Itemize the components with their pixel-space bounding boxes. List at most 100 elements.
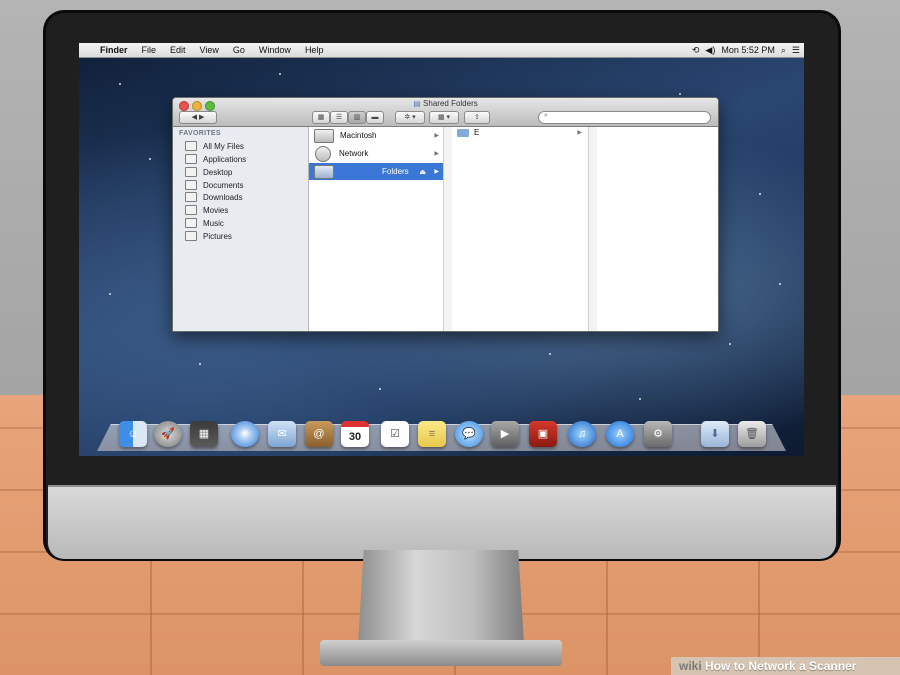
caption-title: How to Network a Scanner: [705, 659, 857, 673]
calendar-day: 30: [348, 431, 362, 443]
column-item-label: E: [474, 128, 480, 137]
safari-icon[interactable]: ✳: [231, 421, 259, 447]
column-item-shared-folders[interactable]: Folders ⏏ ▶: [309, 163, 443, 180]
star: [759, 193, 761, 195]
sidebar-item-pictures[interactable]: Pictures: [185, 230, 232, 242]
column-view-button[interactable]: ▥: [348, 111, 366, 124]
menu-view[interactable]: View: [193, 43, 226, 57]
star: [279, 73, 281, 75]
star: [639, 398, 641, 400]
disclosure-arrow-icon: ▶: [577, 130, 582, 136]
contacts-icon[interactable]: @: [305, 421, 333, 447]
window-title-label: Shared Folders: [423, 99, 478, 108]
messages-icon[interactable]: 💬: [455, 421, 483, 447]
finder-sidebar: FAVORITES All My Files Applications Desk…: [173, 127, 309, 331]
mission-control-icon[interactable]: ▦: [190, 421, 218, 447]
star: [199, 363, 201, 365]
sidebar-item-applications[interactable]: Applications: [185, 153, 246, 165]
search-field[interactable]: ⌕: [538, 111, 711, 124]
launchpad-icon[interactable]: 🚀: [154, 421, 182, 447]
arrange-button[interactable]: ▦ ▾: [429, 111, 459, 124]
eject-icon[interactable]: ⏏: [419, 168, 426, 176]
desktop-screen: Finder File Edit View Go Window Help ⟲ ◀…: [79, 43, 804, 456]
menu-window[interactable]: Window: [252, 43, 298, 57]
action-gear-button[interactable]: ✲ ▾: [395, 111, 425, 124]
menu-bar: Finder File Edit View Go Window Help ⟲ ◀…: [79, 43, 804, 58]
share-button[interactable]: ⇪: [464, 111, 490, 124]
star: [549, 353, 551, 355]
sidebar-item-documents[interactable]: Documents: [185, 179, 243, 191]
pictures-icon: [185, 231, 197, 241]
menu-edit[interactable]: Edit: [163, 43, 193, 57]
star: [679, 93, 681, 95]
facetime-icon[interactable]: ▶: [491, 421, 519, 447]
finder-icon[interactable]: ☺: [119, 421, 147, 447]
network-globe-icon: [315, 145, 331, 162]
column-item-label: Folders: [382, 167, 409, 176]
browser-column-1: Macintosh ▶ Network ▶ Folders ⏏ ▶: [309, 127, 443, 331]
downloads-stack-icon[interactable]: ⬇: [701, 421, 729, 447]
movies-icon: [185, 205, 197, 215]
trash-icon[interactable]: 🗑: [738, 421, 766, 447]
menu-finder[interactable]: Finder: [93, 43, 135, 57]
itunes-icon[interactable]: ♫: [568, 421, 596, 447]
sidebar-item-desktop[interactable]: Desktop: [185, 166, 232, 178]
caption-prefix: wiki: [679, 659, 702, 673]
list-view-button[interactable]: ☰: [330, 111, 348, 124]
sidebar-item-downloads[interactable]: Downloads: [185, 191, 243, 203]
volume-icon[interactable]: ◀): [705, 45, 715, 56]
browser-column-3: [597, 127, 718, 331]
desktop-icon: [185, 167, 197, 177]
menu-extras: ⟲ ◀) Mon 5:52 PM ⌕ ☰: [692, 43, 800, 57]
app-store-icon[interactable]: A: [606, 421, 634, 447]
sidebar-item-movies[interactable]: Movies: [185, 204, 228, 216]
downloads-icon: [185, 192, 197, 202]
sidebar-item-label: Music: [203, 218, 224, 228]
favorites-heading: FAVORITES: [179, 130, 221, 137]
menu-help[interactable]: Help: [298, 43, 331, 57]
search-icon: ⌕: [544, 112, 548, 119]
menu-clock[interactable]: Mon 5:52 PM: [721, 45, 775, 55]
star: [149, 158, 151, 160]
sidebar-item-label: Pictures: [203, 231, 232, 241]
sidebar-item-music[interactable]: Music: [185, 217, 224, 229]
sidebar-item-label: Downloads: [203, 192, 243, 202]
menu-file[interactable]: File: [135, 43, 164, 57]
disclosure-arrow-icon: ▶: [434, 133, 439, 139]
finder-window: ▤ Shared Folders ◀ ▶ ▦ ☰ ▥ ▬ ✲ ▾ ▦ ▾ ⇪ ⌕…: [172, 97, 719, 332]
column-item-label: Macintosh: [340, 131, 377, 140]
reminders-icon[interactable]: ☑: [381, 421, 409, 447]
column-item-e[interactable]: E ▶: [452, 127, 588, 138]
column-item-network[interactable]: Network ▶: [309, 145, 443, 162]
music-icon: [185, 218, 197, 228]
time-machine-icon[interactable]: ⟲: [692, 45, 700, 56]
column-item-macintosh[interactable]: Macintosh ▶: [309, 127, 443, 144]
monitor-stand-foot: [320, 640, 562, 666]
system-preferences-icon[interactable]: ⚙: [644, 421, 672, 447]
menu-go[interactable]: Go: [226, 43, 252, 57]
notification-center-icon[interactable]: ☰: [792, 45, 800, 56]
mail-icon[interactable]: ✉: [268, 421, 296, 447]
coverflow-view-button[interactable]: ▬: [366, 111, 384, 124]
back-forward-buttons[interactable]: ◀ ▶: [179, 111, 217, 124]
notes-icon[interactable]: ≡: [418, 421, 446, 447]
hard-drive-icon: [314, 128, 334, 143]
photo-booth-icon[interactable]: ▣: [529, 421, 557, 447]
disclosure-arrow-icon: ▶: [434, 169, 439, 175]
calendar-icon[interactable]: 30: [341, 421, 369, 447]
star: [779, 283, 781, 285]
finder-titlebar[interactable]: ▤ Shared Folders ◀ ▶ ▦ ☰ ▥ ▬ ✲ ▾ ▦ ▾ ⇪ ⌕: [173, 98, 718, 127]
article-caption: wiki How to Network a Scanner: [671, 657, 900, 675]
applications-icon: [185, 154, 197, 164]
star: [109, 293, 111, 295]
folder-icon: [457, 128, 469, 137]
sidebar-item-label: Desktop: [203, 167, 233, 177]
sidebar-item-all-my-files[interactable]: All My Files: [185, 140, 244, 152]
column-item-label: Network: [339, 149, 369, 158]
sidebar-item-label: All My Files: [203, 141, 244, 151]
icon-view-button[interactable]: ▦: [312, 111, 330, 124]
spotlight-icon[interactable]: ⌕: [781, 45, 786, 56]
shared-server-icon: [314, 164, 334, 179]
browser-column-2: E ▶: [452, 127, 588, 331]
documents-icon: [185, 180, 197, 190]
